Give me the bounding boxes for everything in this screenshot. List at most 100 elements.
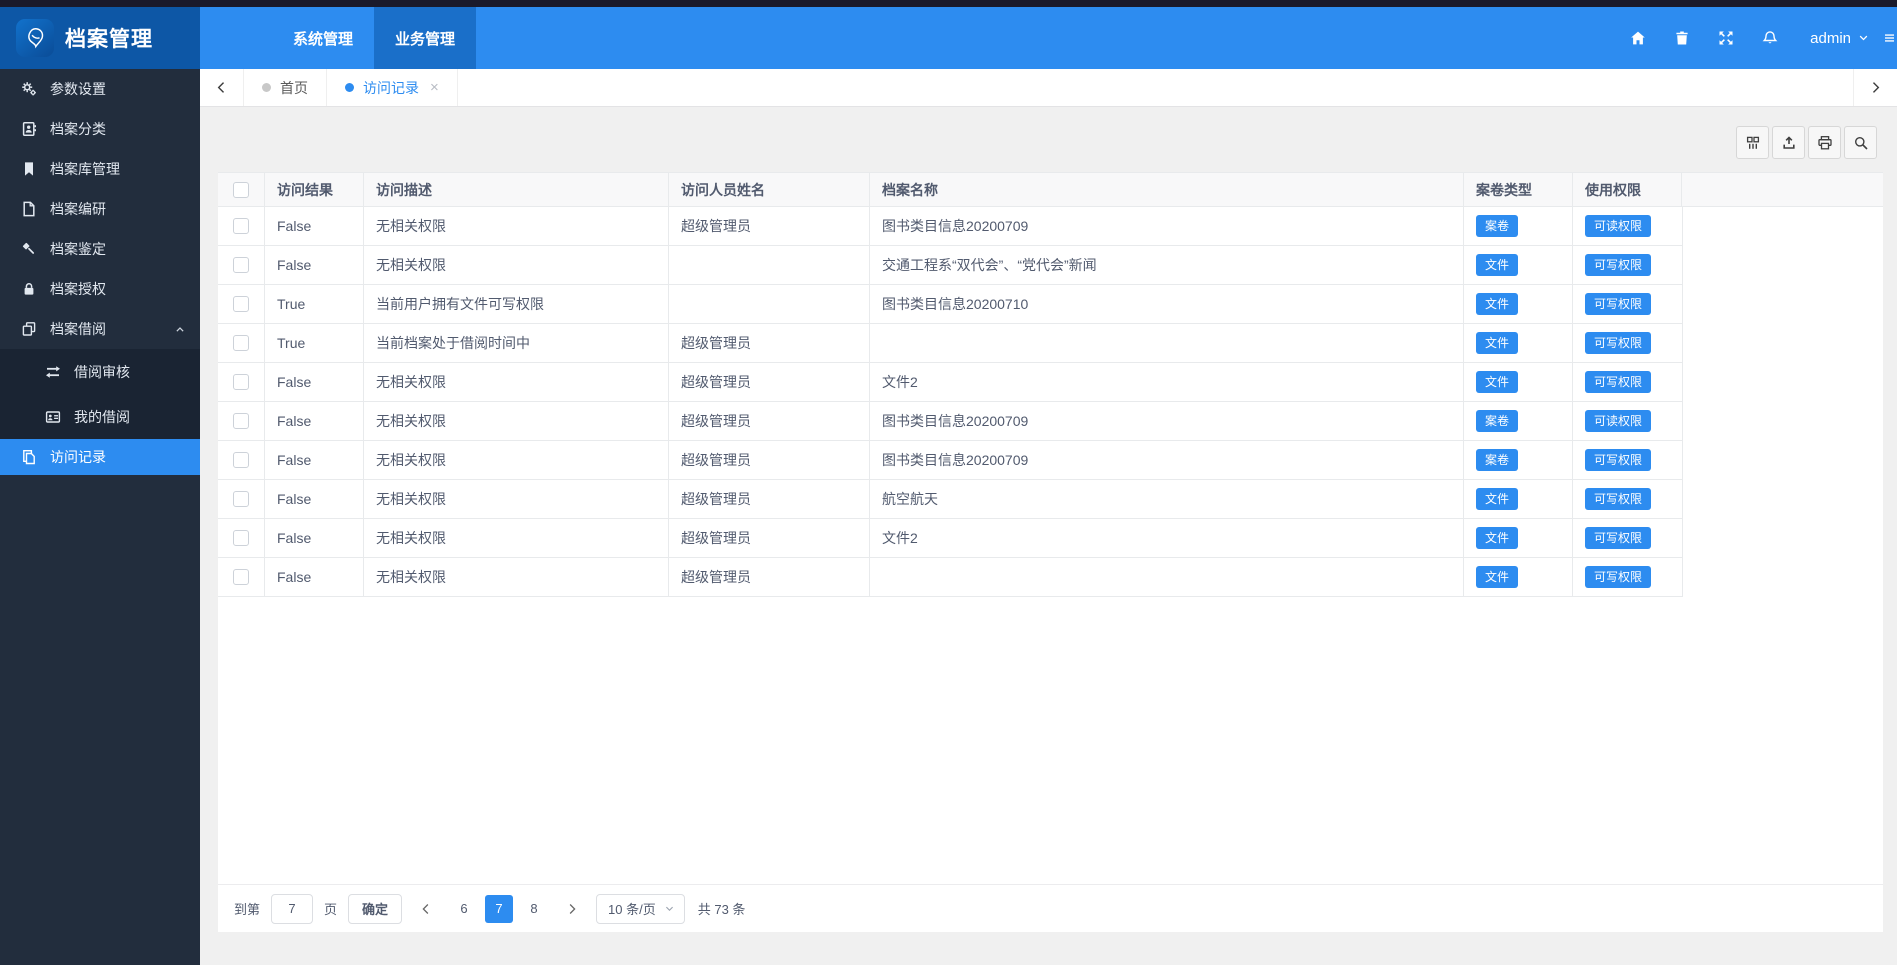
tabs-scroll-right-icon[interactable] <box>1853 69 1897 106</box>
table-header-row: 访问结果访问描述访问人员姓名档案名称案卷类型使用权限 <box>218 172 1883 207</box>
perm-badge[interactable]: 可写权限 <box>1585 254 1651 276</box>
column-header: 档案名称 <box>870 173 1464 206</box>
header-notifications-button[interactable] <box>1748 30 1792 46</box>
perm-badge[interactable]: 可写权限 <box>1585 371 1651 393</box>
type-badge[interactable]: 文件 <box>1476 332 1518 354</box>
type-badge[interactable]: 文件 <box>1476 527 1518 549</box>
column-header-label: 访问描述 <box>376 180 432 200</box>
total-count: 共 73 条 <box>698 899 746 918</box>
page-number-6[interactable]: 6 <box>450 895 478 923</box>
row-checkbox[interactable] <box>233 452 249 468</box>
cell-access-result: False <box>265 558 364 596</box>
type-badge[interactable]: 案卷 <box>1476 449 1518 471</box>
cell-access-desc: 无相关权限 <box>364 519 669 557</box>
cell-access-result: False <box>265 402 364 440</box>
cell-type-badge: 文件 <box>1464 285 1573 323</box>
tabs-scroll-left-icon[interactable] <box>200 69 244 106</box>
cell-access-result: False <box>265 441 364 479</box>
cell-person-name <box>669 246 870 284</box>
sidebar-item-label: 参数设置 <box>50 79 106 99</box>
type-badge[interactable]: 文件 <box>1476 254 1518 276</box>
goto-page-input[interactable] <box>271 894 313 924</box>
row-checkbox[interactable] <box>233 569 249 585</box>
page-size-select[interactable]: 10 条/页 <box>596 894 685 924</box>
header-fullscreen-button[interactable] <box>1704 30 1748 46</box>
export-button[interactable] <box>1772 126 1805 159</box>
sidebar-item-classify[interactable]: 档案分类 <box>0 109 200 149</box>
cell-text: 超级管理员 <box>681 489 751 509</box>
cell-text: 文件2 <box>882 372 918 392</box>
type-badge[interactable]: 案卷 <box>1476 215 1518 237</box>
columns-button[interactable] <box>1736 126 1769 159</box>
cell-archive-name: 图书类目信息20200710 <box>870 285 1464 323</box>
row-checkbox[interactable] <box>233 296 249 312</box>
table-body: False无相关权限超级管理员图书类目信息20200709案卷可读权限False… <box>218 207 1883 597</box>
row-checkbox[interactable] <box>233 530 249 546</box>
sidebar-item-borrow[interactable]: 档案借阅 <box>0 309 200 349</box>
tab-access-log[interactable]: 访问记录× <box>327 69 458 106</box>
perm-badge[interactable]: 可写权限 <box>1585 527 1651 549</box>
gavel-icon <box>20 241 37 257</box>
type-badge[interactable]: 案卷 <box>1476 410 1518 432</box>
sidebar-item-params[interactable]: 参数设置 <box>0 69 200 109</box>
goto-confirm-button[interactable]: 确定 <box>348 894 402 924</box>
perm-badge[interactable]: 可读权限 <box>1585 215 1651 237</box>
page-number-8[interactable]: 8 <box>520 895 548 923</box>
sidebar-item-appraisal[interactable]: 档案鉴定 <box>0 229 200 269</box>
cell-access-result: False <box>265 519 364 557</box>
sidebar-item-my-borrow[interactable]: 我的借阅 <box>0 394 200 439</box>
column-header-label: 案卷类型 <box>1476 180 1532 200</box>
print-button[interactable] <box>1808 126 1841 159</box>
perm-badge[interactable]: 可写权限 <box>1585 566 1651 588</box>
sidebar-item-access-log[interactable]: 访问记录 <box>0 439 200 475</box>
bookmark-icon <box>20 161 37 177</box>
top-menu-system[interactable]: 系统管理 <box>272 7 374 69</box>
row-checkbox[interactable] <box>233 413 249 429</box>
type-badge[interactable]: 文件 <box>1476 488 1518 510</box>
sidebar-item-borrow-review[interactable]: 借阅审核 <box>0 349 200 394</box>
cell-perm-badge: 可写权限 <box>1573 246 1682 284</box>
perm-badge[interactable]: 可写权限 <box>1585 488 1651 510</box>
menu-fold-icon[interactable] <box>200 7 272 69</box>
row-checkbox[interactable] <box>233 257 249 273</box>
prev-page-icon[interactable] <box>413 894 439 924</box>
select-all-checkbox[interactable] <box>233 182 249 198</box>
perm-badge[interactable]: 可写权限 <box>1585 332 1651 354</box>
header-trash-button[interactable] <box>1660 30 1704 46</box>
type-badge[interactable]: 文件 <box>1476 566 1518 588</box>
table-row: False无相关权限超级管理员航空航天文件可写权限 <box>218 480 1682 519</box>
cell-access-result: False <box>265 207 364 245</box>
cell-text: 航空航天 <box>882 489 938 509</box>
header-icon-group <box>1616 30 1792 46</box>
tab-home[interactable]: 首页 <box>244 69 327 106</box>
sidebar-item-research[interactable]: 档案编研 <box>0 189 200 229</box>
perm-badge[interactable]: 可读权限 <box>1585 410 1651 432</box>
header-home-button[interactable] <box>1616 30 1660 46</box>
tab-label: 首页 <box>280 78 308 98</box>
columns-settings-icon <box>1745 135 1761 151</box>
column-header-label: 使用权限 <box>1585 180 1641 200</box>
row-checkbox[interactable] <box>233 218 249 234</box>
page-number-7[interactable]: 7 <box>485 895 513 923</box>
zoom-button[interactable] <box>1844 126 1877 159</box>
type-badge[interactable]: 文件 <box>1476 293 1518 315</box>
tab-close-icon[interactable]: × <box>430 80 439 95</box>
cell-access-desc: 无相关权限 <box>364 441 669 479</box>
row-checkbox[interactable] <box>233 335 249 351</box>
sidebar-item-repository[interactable]: 档案库管理 <box>0 149 200 189</box>
top-menu-label: 业务管理 <box>395 28 455 49</box>
row-checkbox[interactable] <box>233 491 249 507</box>
cell-access-result: True <box>265 285 364 323</box>
next-page-icon[interactable] <box>559 894 585 924</box>
cell-text: 超级管理员 <box>681 528 751 548</box>
cell-type-badge: 案卷 <box>1464 207 1573 245</box>
perm-badge[interactable]: 可写权限 <box>1585 293 1651 315</box>
sidebar-item-label: 档案借阅 <box>50 319 106 339</box>
row-checkbox[interactable] <box>233 374 249 390</box>
sidebar-item-authorize[interactable]: 档案授权 <box>0 269 200 309</box>
perm-badge[interactable]: 可写权限 <box>1585 449 1651 471</box>
top-menu-business[interactable]: 业务管理 <box>374 7 476 69</box>
type-badge[interactable]: 文件 <box>1476 371 1518 393</box>
user-menu[interactable]: admin <box>1792 30 1885 47</box>
list-icon[interactable] <box>1885 30 1897 46</box>
